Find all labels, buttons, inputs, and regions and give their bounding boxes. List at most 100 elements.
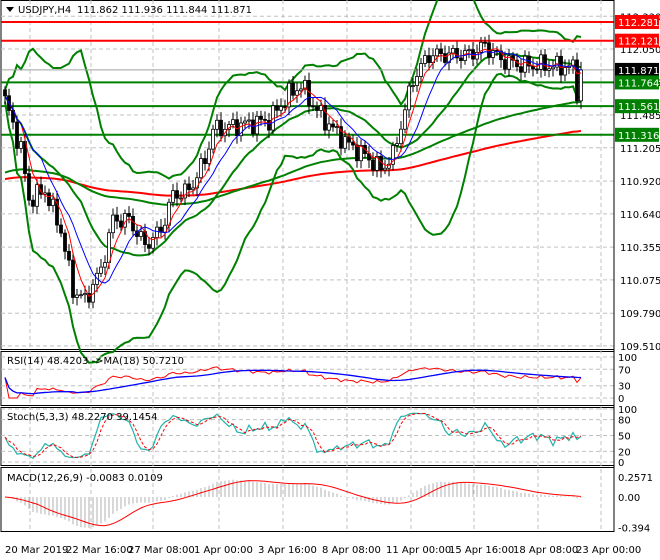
candle-body: [547, 68, 551, 71]
candle-body: [203, 158, 207, 164]
candle-body: [331, 123, 335, 128]
candle-body: [491, 50, 495, 58]
macd-tick-label: 0.2571: [618, 473, 653, 484]
candle-body: [411, 85, 415, 87]
candle-body: [139, 231, 143, 237]
trading-chart[interactable]: 20 Mar 201922 Mar 16:0027 Mar 08:00 1 Apr…: [0, 0, 660, 560]
price-tick-label: 110.920: [620, 177, 660, 188]
candle-body: [71, 259, 75, 298]
candle-body: [263, 118, 267, 121]
macd-label: MACD(12,26,9) -0.0083 0.0109: [7, 473, 163, 484]
candle-body: [427, 55, 431, 63]
candle-body: [75, 294, 79, 298]
stoch-tick-label: 50: [618, 432, 631, 443]
candle-body: [19, 141, 23, 149]
candle-body: [579, 69, 583, 102]
candle-body: [115, 214, 119, 222]
candle-body: [191, 187, 195, 191]
candle-body: [79, 294, 83, 297]
candle-body: [67, 250, 71, 261]
candle-body: [407, 85, 411, 111]
candle-body: [575, 59, 579, 102]
candle-body: [35, 184, 39, 207]
macd-tick-label: -0.394: [618, 524, 650, 535]
candle-body: [523, 55, 527, 73]
candle-body: [131, 216, 135, 232]
time-tick-label: 8 Apr 08:00: [322, 545, 381, 556]
candle-body: [439, 48, 443, 55]
candle-body: [315, 106, 319, 111]
candle-body: [443, 53, 447, 63]
price-tick-label: 110.640: [620, 210, 660, 221]
candle-body: [519, 66, 523, 73]
candle-body: [199, 158, 203, 179]
dropdown-triangle-icon[interactable]: [6, 7, 14, 12]
candle-body: [155, 226, 159, 238]
candle-body: [219, 119, 223, 137]
candle-body: [171, 190, 175, 203]
candle-body: [211, 128, 215, 150]
rsi-tick-label: 30: [618, 382, 631, 393]
candle-body: [247, 119, 251, 122]
candle-body: [299, 88, 303, 92]
candle-body: [15, 121, 19, 149]
candle-body: [351, 141, 355, 146]
time-tick-label: 22 Mar 16:00: [66, 545, 133, 556]
price-tick-label: 109.510: [620, 342, 660, 353]
candle-body: [295, 90, 299, 96]
candle-body: [83, 293, 87, 296]
candle-body: [467, 49, 471, 52]
stoch-tick-label: 20: [618, 447, 631, 458]
price-tick-label: 109.790: [620, 309, 660, 320]
candle-body: [179, 197, 183, 200]
level-label: 111.871: [618, 66, 659, 77]
candle-body: [175, 190, 179, 199]
candle-body: [423, 55, 427, 64]
candle-body: [243, 120, 247, 124]
candle-body: [355, 144, 359, 162]
rsi-tick-label: 100: [618, 353, 637, 364]
candle-body: [23, 141, 27, 175]
candle-body: [103, 262, 107, 268]
candle-body: [435, 48, 439, 57]
rsi-label: RSI(14) 48.4203 ->MA(18) 50.7210: [7, 356, 184, 367]
price-tick-label: 110.075: [620, 276, 660, 287]
candle-body: [275, 105, 279, 111]
level-label: 112.121: [618, 37, 659, 48]
candle-body: [327, 123, 331, 131]
candle-body: [3, 89, 7, 97]
candle-body: [483, 41, 487, 44]
candle-body: [399, 128, 403, 145]
candle-body: [279, 106, 283, 111]
level-label: 111.561: [618, 102, 659, 113]
candle-body: [187, 183, 191, 191]
symbol-title: USDJPY,H4: [18, 5, 71, 16]
candle-body: [215, 119, 219, 130]
candle-body: [403, 109, 407, 130]
time-tick-label: 27 Mar 08:00: [128, 545, 195, 556]
candle-body: [551, 66, 555, 70]
candle-body: [111, 214, 115, 234]
time-tick-label: 23 Apr 00:00: [576, 545, 641, 556]
candle-body: [51, 198, 55, 207]
candle-body: [127, 213, 131, 217]
time-tick-label: 1 Apr 00:00: [194, 545, 253, 556]
rsi-tick-label: 0: [618, 394, 624, 405]
candle-body: [311, 105, 315, 108]
level-label: 111.764: [618, 78, 659, 89]
price-tick-label: 110.355: [620, 243, 660, 254]
candle-body: [107, 232, 111, 263]
stoch-label: Stoch(5,3,3) 48.2270 39.1454: [7, 412, 158, 423]
candle-body: [99, 266, 103, 274]
candle-body: [503, 59, 507, 70]
candle-body: [371, 159, 375, 171]
time-tick-label: 18 Apr 08:00: [513, 545, 578, 556]
symbol-header[interactable]: USDJPY,H4 111.862 111.936 111.844 111.87…: [6, 5, 252, 16]
candle-body: [119, 220, 123, 228]
candle-body: [231, 119, 235, 125]
candle-body: [147, 244, 151, 249]
time-tick-label: 11 Apr 00:00: [386, 545, 451, 556]
candle-body: [459, 57, 463, 61]
candle-body: [539, 54, 543, 70]
ohlc-values: 111.862 111.936 111.844 111.871: [77, 5, 252, 16]
